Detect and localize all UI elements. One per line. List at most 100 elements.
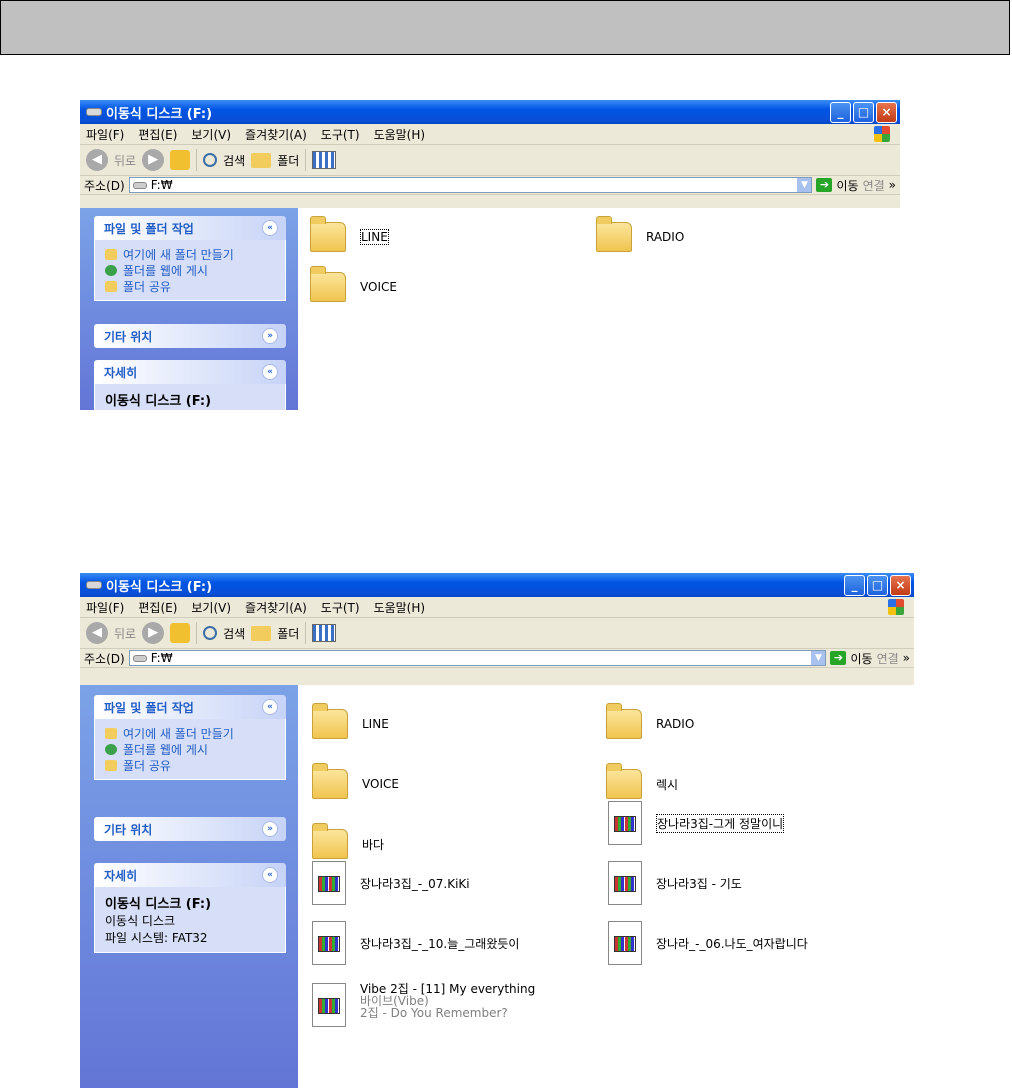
- audio-file-item[interactable]: 장나라_-_06.나도_여자랍니다: [608, 921, 808, 965]
- item-text: Vibe 2집 - [11] My everything 바이브(Vibe) 2…: [360, 983, 535, 1019]
- item-label: 장나라3집 - 기도: [656, 876, 742, 891]
- folders-icon[interactable]: [251, 625, 272, 641]
- forward-icon[interactable]: ▶: [142, 149, 165, 171]
- folders-button[interactable]: 폴더: [277, 152, 299, 169]
- window-body: 파일 및 폴더 작업 « 여기에 새 폴더 만들기 폴더를 웹에 게시 폴더 공…: [80, 208, 900, 410]
- minimize-button[interactable]: _: [844, 575, 865, 596]
- toolbar-separator: [305, 622, 307, 644]
- task-new-folder[interactable]: 여기에 새 폴더 만들기: [105, 246, 275, 262]
- close-button[interactable]: ×: [890, 575, 911, 596]
- title-bar[interactable]: 이동식 디스크 (F:) _ □ ×: [80, 573, 914, 597]
- pane-header[interactable]: 파일 및 폴더 작업 «: [94, 695, 286, 719]
- address-input[interactable]: F:₩ ▼: [128, 650, 827, 666]
- folder-item[interactable]: 바다: [312, 823, 384, 859]
- folders-icon[interactable]: [251, 152, 272, 168]
- task-label: 여기에 새 폴더 만들기: [123, 247, 234, 262]
- collapse-chevron-icon[interactable]: «: [262, 220, 278, 236]
- task-share-folder[interactable]: 폴더 공유: [105, 757, 275, 773]
- collapse-chevron-icon[interactable]: «: [262, 867, 278, 883]
- go-icon[interactable]: ➔: [816, 178, 833, 192]
- maximize-button[interactable]: □: [867, 575, 888, 596]
- folder-item[interactable]: 렉시: [606, 763, 679, 799]
- folders-button[interactable]: 폴더: [277, 625, 299, 642]
- minimize-button[interactable]: _: [830, 102, 851, 123]
- menu-favorites[interactable]: 즐겨찾기(A): [245, 126, 307, 143]
- menu-view[interactable]: 보기(V): [191, 599, 231, 616]
- pane-header[interactable]: 파일 및 폴더 작업 «: [94, 216, 286, 240]
- audio-file-item[interactable]: 장나라3집 - 기도: [608, 861, 742, 905]
- task-publish-web[interactable]: 폴더를 웹에 게시: [105, 741, 275, 757]
- up-icon[interactable]: [170, 623, 191, 643]
- folder-item[interactable]: RADIO: [606, 703, 694, 739]
- chevron-down-icon[interactable]: ▼: [811, 651, 826, 665]
- audio-file-item[interactable]: 장나라3집_-_10.늘_그래왔듯이: [312, 921, 519, 965]
- menu-view[interactable]: 보기(V): [191, 126, 231, 143]
- menu-favorites[interactable]: 즐겨찾기(A): [245, 599, 307, 616]
- pane-header[interactable]: 기타 위치 »: [94, 817, 286, 841]
- menu-file[interactable]: 파일(F): [86, 126, 124, 143]
- menu-edit[interactable]: 편집(E): [138, 599, 177, 616]
- back-icon[interactable]: ◀: [86, 622, 108, 644]
- other-places: 기타 위치 »: [94, 817, 286, 841]
- menu-help[interactable]: 도움말(H): [374, 126, 426, 143]
- views-icon[interactable]: [312, 151, 337, 169]
- maximize-button[interactable]: □: [853, 102, 874, 123]
- pane-header[interactable]: 기타 위치 »: [94, 324, 286, 348]
- collapse-chevron-icon[interactable]: «: [262, 364, 278, 380]
- folder-item[interactable]: VOICE: [310, 266, 397, 302]
- address-label: 주소(D): [84, 651, 125, 666]
- toolbar: ◀ 뒤로 ▶ 검색 폴더: [80, 618, 914, 649]
- search-button[interactable]: 검색: [223, 152, 245, 169]
- gray-header-bar: [0, 0, 1010, 55]
- folder-item[interactable]: RADIO: [596, 216, 685, 252]
- search-icon[interactable]: [203, 153, 218, 167]
- pane-header[interactable]: 자세히 «: [94, 863, 286, 887]
- menu-tools[interactable]: 도구(T): [321, 599, 360, 616]
- links-label[interactable]: 연결: [863, 177, 885, 194]
- file-folder-tasks: 파일 및 폴더 작업 « 여기에 새 폴더 만들기 폴더를 웹에 게시 폴더 공…: [94, 695, 286, 780]
- pane-header[interactable]: 자세히 «: [94, 360, 286, 384]
- close-button[interactable]: ×: [876, 102, 897, 123]
- audio-file-item[interactable]: 장나라3집-그게 정말이니: [608, 801, 785, 845]
- go-button[interactable]: 이동: [850, 650, 872, 667]
- audio-file-item[interactable]: Vibe 2집 - [11] My everything 바이브(Vibe) 2…: [312, 983, 535, 1027]
- menu-tools[interactable]: 도구(T): [321, 126, 360, 143]
- audio-file-item[interactable]: 장나라3집_-_07.KiKi: [312, 861, 470, 905]
- menu-edit[interactable]: 편집(E): [138, 126, 177, 143]
- expand-chevron-icon[interactable]: »: [262, 821, 278, 837]
- menu-file[interactable]: 파일(F): [86, 599, 124, 616]
- item-label: RADIO: [646, 230, 685, 244]
- details-name: 이동식 디스크 (F:): [105, 897, 212, 912]
- task-share-folder[interactable]: 폴더 공유: [105, 278, 275, 294]
- menu-bar: 파일(F) 편집(E) 보기(V) 즐겨찾기(A) 도구(T) 도움말(H): [80, 124, 900, 145]
- back-label[interactable]: 뒤로: [114, 152, 136, 169]
- address-input[interactable]: F:₩ ▼: [128, 177, 813, 193]
- folder-icon: [312, 703, 348, 739]
- task-new-folder[interactable]: 여기에 새 폴더 만들기: [105, 725, 275, 741]
- back-label[interactable]: 뒤로: [114, 625, 136, 642]
- collapse-chevron-icon[interactable]: «: [262, 699, 278, 715]
- item-label: 렉시: [656, 777, 679, 792]
- folder-item[interactable]: LINE: [312, 703, 389, 739]
- views-icon[interactable]: [312, 624, 337, 642]
- go-icon[interactable]: ➔: [830, 651, 847, 665]
- title-bar[interactable]: 이동식 디스크 (F:) _ □ ×: [80, 100, 900, 124]
- details-pane: 자세히 « 이동식 디스크 (F:) 이동식 디스크 파일 시스템: FAT32: [94, 863, 286, 953]
- forward-icon[interactable]: ▶: [142, 622, 165, 644]
- links-more[interactable]: »: [889, 178, 896, 192]
- search-button[interactable]: 검색: [223, 625, 245, 642]
- back-icon[interactable]: ◀: [86, 149, 108, 171]
- go-button[interactable]: 이동: [836, 177, 858, 194]
- menu-help[interactable]: 도움말(H): [374, 599, 426, 616]
- expand-chevron-icon[interactable]: »: [262, 328, 278, 344]
- links-label[interactable]: 연결: [877, 650, 899, 667]
- window-title: 이동식 디스크 (F:): [106, 579, 213, 595]
- folder-item[interactable]: LINE: [310, 216, 389, 252]
- links-more[interactable]: »: [903, 651, 910, 665]
- disk-icon: [86, 108, 102, 116]
- folder-item[interactable]: VOICE: [312, 763, 399, 799]
- up-icon[interactable]: [170, 150, 191, 170]
- chevron-down-icon[interactable]: ▼: [797, 178, 812, 192]
- search-icon[interactable]: [203, 626, 218, 640]
- task-publish-web[interactable]: 폴더를 웹에 게시: [105, 262, 275, 278]
